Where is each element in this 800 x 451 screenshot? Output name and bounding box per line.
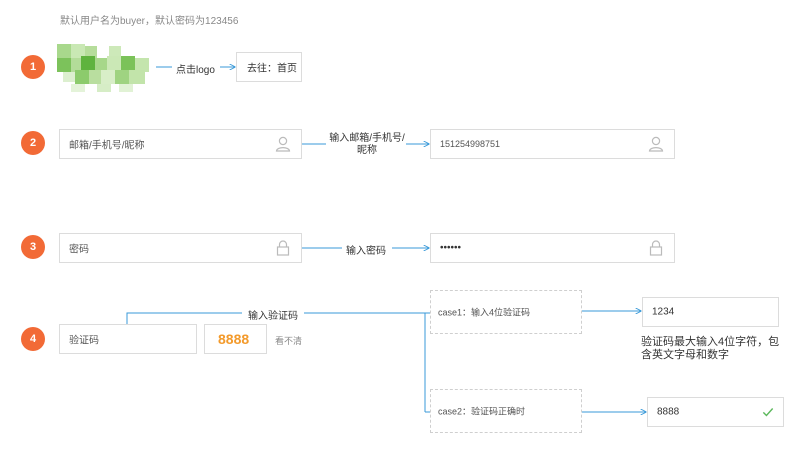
step-badge-4: 4 (21, 327, 45, 351)
row3-action-label: 输入密码 (346, 246, 386, 257)
case2-label: case2：验证码正确时 (438, 406, 526, 417)
lock-icon (276, 240, 290, 256)
case1-hint: 验证码最大输入4位字符，包含英文字母和数字 (641, 336, 780, 361)
case2-value: 8888 (657, 406, 680, 418)
site-logo[interactable] (57, 44, 153, 92)
case1-box: case1：输入4位验证码 (430, 290, 582, 334)
row2-action-label: 输入邮箱/手机号/昵称 (329, 133, 405, 156)
check-icon (762, 408, 774, 417)
user-icon (648, 136, 664, 152)
row4-action-label: 输入验证码 (248, 311, 298, 322)
user-icon (275, 136, 291, 152)
username-placeholder: 邮箱/手机号/昵称 (69, 140, 145, 152)
password-filled-input[interactable]: •••••• (430, 233, 675, 263)
password-placeholder: 密码 (69, 244, 89, 256)
captcha-code: 8888 (218, 331, 250, 347)
step-badge-3: 3 (21, 235, 45, 259)
row1-action-label: 点击logo (176, 65, 215, 76)
captcha-placeholder: 验证码 (69, 335, 99, 347)
captcha-input[interactable]: 验证码 (59, 324, 197, 354)
captcha-refresh-link[interactable]: 看不清 (275, 334, 302, 347)
username-filled-input[interactable]: 151254998751 (430, 129, 675, 159)
captcha-image[interactable]: 8888 (204, 324, 267, 354)
case1-label: case1：输入4位验证码 (438, 307, 531, 318)
username-filled-value: 151254998751 (440, 139, 501, 149)
home-target-label: 去往：首页 (247, 63, 297, 75)
default-credentials-note: 默认用户名为buyer，默认密码为123456 (60, 16, 239, 27)
step-badge-1: 1 (21, 55, 45, 79)
password-filled-value: •••••• (440, 242, 462, 254)
lock-icon (649, 240, 663, 256)
username-input[interactable]: 邮箱/手机号/昵称 (59, 129, 302, 159)
password-input[interactable]: 密码 (59, 233, 302, 263)
case2-captcha-input[interactable]: 8888 (647, 397, 784, 427)
case2-box: case2：验证码正确时 (430, 389, 582, 433)
home-target-box: 去往：首页 (236, 52, 302, 82)
case1-captcha-input[interactable]: 1234 (642, 297, 779, 327)
case1-value: 1234 (652, 306, 675, 318)
step-badge-2: 2 (21, 131, 45, 155)
